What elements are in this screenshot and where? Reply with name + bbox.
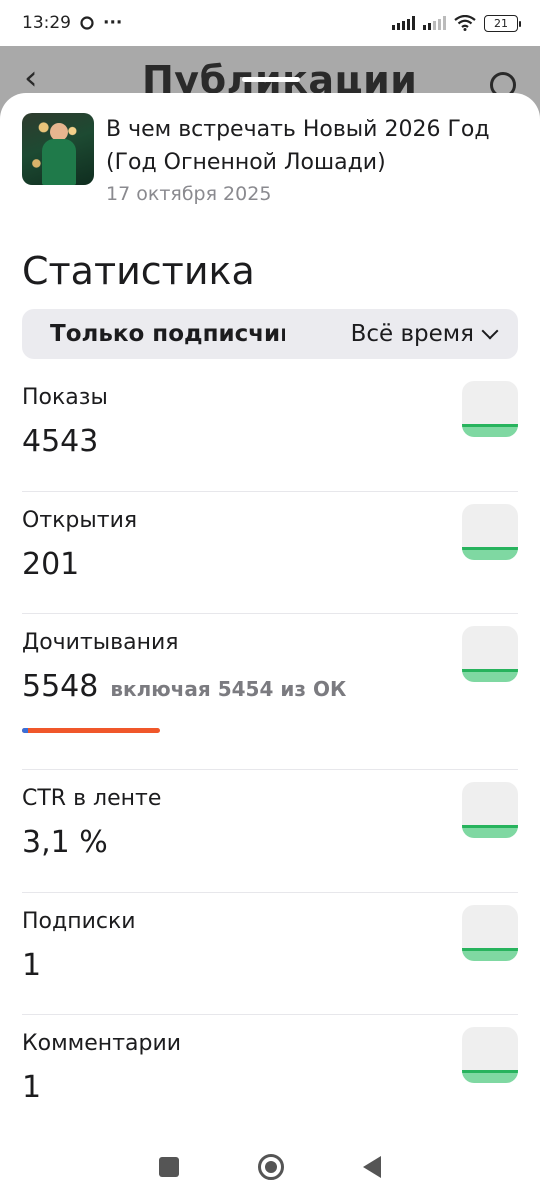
stats-sheet: В чем встречать Новый 2026 Год (Год Огне…: [0, 77, 540, 1133]
battery-level: 21: [494, 16, 508, 30]
chat-bubble-icon: [80, 16, 94, 30]
stats-title: Статистика: [22, 249, 255, 293]
metric-value-row: 5548 включая 5454 из ОК: [22, 669, 518, 704]
battery-icon: 21: [484, 14, 521, 32]
period-label: Всё время: [350, 321, 474, 347]
sparkline-icon: [462, 1027, 518, 1083]
home-icon[interactable]: [257, 1153, 284, 1180]
recents-icon[interactable]: [159, 1156, 180, 1177]
signal-icon: [392, 16, 415, 30]
metric-label: Показы: [22, 385, 108, 410]
drag-handle[interactable]: [242, 77, 300, 82]
more-dots-icon: ···: [103, 13, 123, 33]
metric-subscriptions[interactable]: Подписки 1: [22, 893, 518, 1015]
metric-impressions[interactable]: Показы 4543: [22, 369, 518, 492]
metric-label: Подписки: [22, 909, 136, 934]
metric-value-row: 201: [22, 547, 518, 582]
period-dropdown[interactable]: Всё время: [350, 321, 499, 347]
thumbnail-dress: [42, 139, 76, 185]
publication-card[interactable]: В чем встречать Новый 2026 Год (Год Огне…: [22, 113, 518, 205]
metric-value: 4543: [22, 424, 99, 459]
back-triangle-icon[interactable]: [362, 1155, 381, 1178]
publication-date: 17 октября 2025: [106, 183, 272, 205]
wifi-icon: [454, 15, 476, 31]
metric-label: Дочитывания: [22, 630, 179, 655]
metric-note: включая 5454 из ОК: [110, 677, 347, 701]
signal-icon: [423, 16, 446, 30]
metric-value: 3,1 %: [22, 825, 108, 860]
sparkline-icon: [462, 504, 518, 560]
sparkline-icon: [462, 381, 518, 437]
metric-value: 1: [22, 948, 42, 983]
metric-value: 201: [22, 547, 80, 582]
metric-value: 5548: [22, 669, 99, 704]
metric-label: Открытия: [22, 508, 138, 533]
system-nav-bar: [0, 1133, 540, 1200]
metric-value-row: 4543: [22, 424, 518, 459]
sparkline-icon: [462, 782, 518, 838]
sparkline-icon: [462, 905, 518, 961]
metric-ctr[interactable]: CTR в ленте 3,1 %: [22, 770, 518, 893]
status-right: 21: [392, 14, 521, 32]
metric-label: CTR в ленте: [22, 786, 162, 811]
metric-value-row: 1: [22, 948, 518, 983]
stats-filter: Только подписчики Всё время: [22, 309, 518, 359]
metric-value-row: 3,1 %: [22, 825, 518, 860]
publication-text: В чем встречать Новый 2026 Год (Год Огне…: [106, 113, 518, 205]
metric-read-throughs[interactable]: Дочитывания 5548 включая 5454 из ОК: [22, 614, 518, 770]
chevron-down-icon: [481, 322, 499, 340]
publication-title: В чем встречать Новый 2026 Год (Год Огне…: [106, 117, 490, 175]
audience-filter[interactable]: Только подписчики: [50, 321, 285, 347]
publication-thumbnail: [22, 113, 94, 185]
metric-value-row: 1: [22, 1070, 518, 1105]
status-time: 13:29: [22, 13, 71, 33]
metric-label: Комментарии: [22, 1031, 182, 1056]
metric-value: 1: [22, 1070, 42, 1105]
back-icon[interactable]: ‹: [24, 58, 38, 98]
sparkline-icon: [462, 626, 518, 682]
status-left: 13:29 ···: [22, 13, 122, 33]
metric-opens[interactable]: Открытия 201: [22, 492, 518, 614]
metrics-list: Показы 4543 Открытия 201 Дочитывания 554…: [22, 369, 518, 1125]
status-bar: 13:29 ··· 21: [0, 0, 540, 46]
metric-comments[interactable]: Комментарии 1: [22, 1015, 518, 1125]
source-progress-bar: [22, 728, 160, 733]
